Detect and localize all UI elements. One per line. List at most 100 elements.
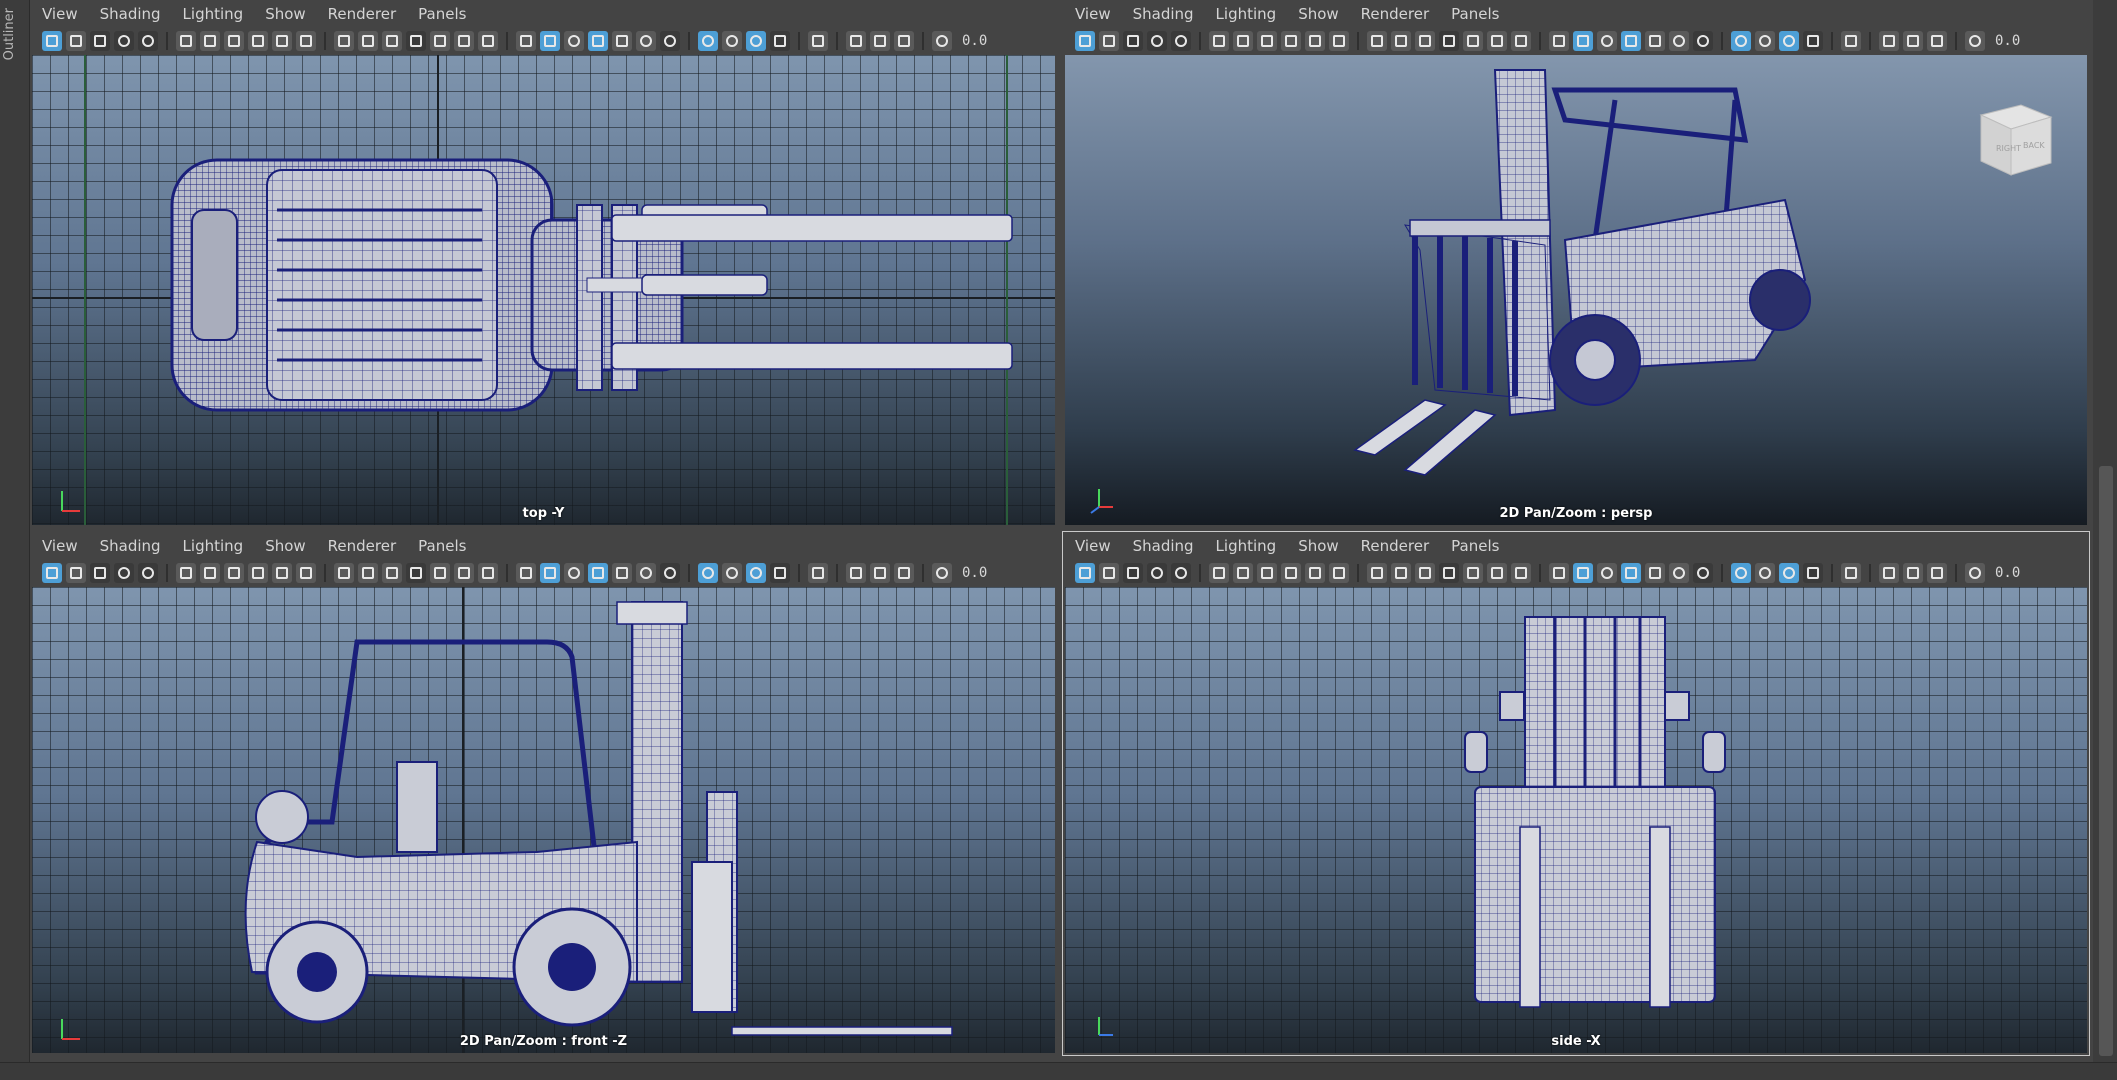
sel-icon[interactable] bbox=[42, 563, 62, 583]
cube-icon[interactable] bbox=[1549, 563, 1569, 583]
box-icon[interactable] bbox=[612, 31, 632, 51]
viewport-canvas[interactable]: 2D Pan/Zoom : front -Z bbox=[32, 587, 1055, 1053]
viewport-canvas[interactable]: top -Y bbox=[32, 55, 1055, 525]
menu-shading[interactable]: Shading bbox=[100, 5, 161, 23]
box-icon[interactable] bbox=[66, 563, 86, 583]
box-icon[interactable] bbox=[770, 31, 790, 51]
menu-shading[interactable]: Shading bbox=[100, 537, 161, 555]
bookmark-icon[interactable] bbox=[1281, 31, 1301, 51]
round-icon[interactable] bbox=[1597, 31, 1617, 51]
cube-icon[interactable] bbox=[588, 31, 608, 51]
toolbar-value-field[interactable]: 0.0 bbox=[962, 565, 987, 581]
box-icon[interactable] bbox=[1803, 31, 1823, 51]
viewport-canvas[interactable]: side -X bbox=[1065, 587, 2087, 1053]
viewport-top[interactable]: View Shading Lighting Show Renderer Pane… bbox=[30, 0, 1057, 527]
select-icon[interactable] bbox=[1841, 31, 1861, 51]
res-icon[interactable] bbox=[430, 31, 450, 51]
round-icon[interactable] bbox=[660, 563, 680, 583]
move-icon[interactable] bbox=[272, 31, 292, 51]
menu-lighting[interactable]: Lighting bbox=[1216, 537, 1277, 555]
box-icon[interactable] bbox=[1123, 31, 1143, 51]
cam-icon[interactable] bbox=[1209, 31, 1229, 51]
iso-icon[interactable] bbox=[1927, 31, 1947, 51]
brush-icon[interactable] bbox=[1329, 563, 1349, 583]
refresh-icon[interactable] bbox=[932, 563, 952, 583]
box-icon[interactable] bbox=[90, 563, 110, 583]
round-icon[interactable] bbox=[746, 31, 766, 51]
iso-icon[interactable] bbox=[846, 563, 866, 583]
round-icon[interactable] bbox=[114, 31, 134, 51]
round-icon[interactable] bbox=[1693, 31, 1713, 51]
scrollbar-thumb[interactable] bbox=[2099, 466, 2113, 1056]
round-icon[interactable] bbox=[660, 31, 680, 51]
toolbar-value-field[interactable]: 0.0 bbox=[1995, 565, 2020, 581]
cam-icon[interactable] bbox=[224, 31, 244, 51]
box-icon[interactable] bbox=[406, 31, 426, 51]
iso-icon[interactable] bbox=[894, 31, 914, 51]
iso-icon[interactable] bbox=[1903, 563, 1923, 583]
menu-renderer[interactable]: Renderer bbox=[328, 5, 396, 23]
box-icon[interactable] bbox=[382, 31, 402, 51]
select-icon[interactable] bbox=[808, 563, 828, 583]
film-icon[interactable] bbox=[1391, 31, 1411, 51]
res-icon[interactable] bbox=[1463, 563, 1483, 583]
cube-icon[interactable] bbox=[516, 563, 536, 583]
cam-icon[interactable] bbox=[224, 563, 244, 583]
viewport-persp[interactable]: View Shading Lighting Show Renderer Pane… bbox=[1063, 0, 2089, 527]
round-icon[interactable] bbox=[1171, 563, 1191, 583]
light-icon[interactable] bbox=[1669, 31, 1689, 51]
round-icon[interactable] bbox=[1597, 563, 1617, 583]
select-icon[interactable] bbox=[1841, 563, 1861, 583]
round-icon[interactable] bbox=[138, 31, 158, 51]
box-icon[interactable] bbox=[1645, 563, 1665, 583]
menu-show[interactable]: Show bbox=[265, 537, 305, 555]
round-icon[interactable] bbox=[1779, 563, 1799, 583]
round-icon[interactable] bbox=[1147, 563, 1167, 583]
light-icon[interactable] bbox=[636, 31, 656, 51]
bookmark-icon[interactable] bbox=[248, 31, 268, 51]
brush-icon[interactable] bbox=[296, 31, 316, 51]
iso-icon[interactable] bbox=[1903, 31, 1923, 51]
brush-icon[interactable] bbox=[296, 563, 316, 583]
cam-icon[interactable] bbox=[200, 563, 220, 583]
round-icon[interactable] bbox=[698, 563, 718, 583]
box-icon[interactable] bbox=[1439, 563, 1459, 583]
box-icon[interactable] bbox=[1645, 31, 1665, 51]
view-cube[interactable]: RIGHT BACK bbox=[1971, 95, 2057, 181]
iso-icon[interactable] bbox=[1879, 563, 1899, 583]
res-icon[interactable] bbox=[454, 31, 474, 51]
film-icon[interactable] bbox=[1391, 563, 1411, 583]
menu-view[interactable]: View bbox=[1075, 537, 1111, 555]
bookmark-icon[interactable] bbox=[1281, 563, 1301, 583]
grid-icon[interactable] bbox=[334, 563, 354, 583]
round-icon[interactable] bbox=[138, 563, 158, 583]
round-icon[interactable] bbox=[746, 563, 766, 583]
cube-icon[interactable] bbox=[588, 563, 608, 583]
box-icon[interactable] bbox=[66, 31, 86, 51]
menu-lighting[interactable]: Lighting bbox=[1216, 5, 1277, 23]
bookmark-icon[interactable] bbox=[248, 563, 268, 583]
cam-icon[interactable] bbox=[1257, 31, 1277, 51]
cube-icon[interactable] bbox=[540, 31, 560, 51]
menu-lighting[interactable]: Lighting bbox=[183, 537, 244, 555]
sel-icon[interactable] bbox=[1075, 563, 1095, 583]
box-icon[interactable] bbox=[382, 563, 402, 583]
box-icon[interactable] bbox=[1415, 563, 1435, 583]
round-icon[interactable] bbox=[1731, 31, 1751, 51]
refresh-icon[interactable] bbox=[932, 31, 952, 51]
toolbar-value-field[interactable]: 0.0 bbox=[1995, 33, 2020, 49]
text-icon[interactable] bbox=[1511, 31, 1531, 51]
forklift-persp-view[interactable] bbox=[1315, 69, 1855, 490]
cam-icon[interactable] bbox=[176, 31, 196, 51]
menu-lighting[interactable]: Lighting bbox=[183, 5, 244, 23]
box-icon[interactable] bbox=[1415, 31, 1435, 51]
forklift-front-view[interactable] bbox=[237, 601, 957, 1052]
iso-icon[interactable] bbox=[846, 31, 866, 51]
round-icon[interactable] bbox=[1147, 31, 1167, 51]
toolbar-value-field[interactable]: 0.0 bbox=[962, 33, 987, 49]
round-icon[interactable] bbox=[1755, 31, 1775, 51]
res-icon[interactable] bbox=[1463, 31, 1483, 51]
text-icon[interactable] bbox=[478, 563, 498, 583]
menu-shading[interactable]: Shading bbox=[1133, 537, 1194, 555]
round-icon[interactable] bbox=[114, 563, 134, 583]
